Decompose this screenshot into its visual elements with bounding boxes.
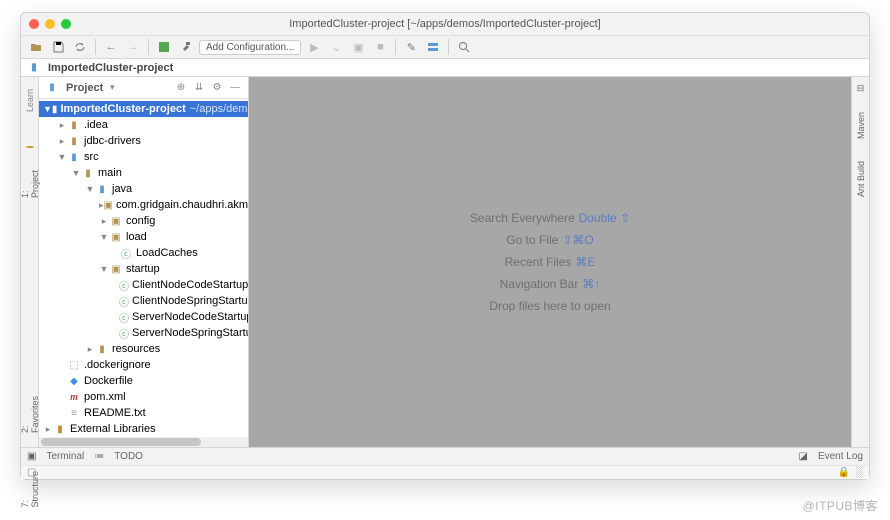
tree-external-libraries[interactable]: ▸▮External Libraries xyxy=(39,421,248,437)
add-configuration-button[interactable]: Add Configuration... xyxy=(199,40,301,55)
open-icon[interactable] xyxy=(27,38,45,56)
scrollbar-thumb[interactable] xyxy=(41,438,201,446)
tree-package-load[interactable]: ▼▣load xyxy=(39,229,248,245)
hide-icon[interactable]: — xyxy=(228,81,242,95)
hint-goto: Go to File⇧⌘O xyxy=(506,233,593,247)
project-tree[interactable]: ▼▮ ImportedCluster-project ~/apps/demos/… xyxy=(39,99,248,447)
run-icon: ▶ xyxy=(305,38,323,56)
folder-icon: ▮ xyxy=(27,62,41,74)
eventlog-icon[interactable]: ◪ xyxy=(799,451,808,462)
search-icon[interactable] xyxy=(455,38,473,56)
tree-package-config[interactable]: ▸▣config xyxy=(39,213,248,229)
tree-root[interactable]: ▼▮ ImportedCluster-project ~/apps/demos/… xyxy=(39,101,248,117)
indicator-icon[interactable]: ░ xyxy=(856,467,863,478)
ide-window: ImportedCluster-project [~/apps/demos/Im… xyxy=(20,12,870,480)
tree-folder-java[interactable]: ▼▮java xyxy=(39,181,248,197)
project-header-icon: ▮ xyxy=(45,82,59,94)
ant-tool[interactable]: Ant Build xyxy=(856,157,866,201)
toolbar-separator xyxy=(395,39,396,55)
tree-class-cls4[interactable]: ⓒServerNodeSpringStartup xyxy=(39,325,248,341)
event-log-tool[interactable]: Event Log xyxy=(818,451,863,462)
tree-package-model[interactable]: ▸▣com.gridgain.chaudhri.akmal.model xyxy=(39,197,248,213)
tree-file-dockerignore[interactable]: ⬚.dockerignore xyxy=(39,357,248,373)
stop-icon: ■ xyxy=(371,38,389,56)
watermark: @ITPUB博客 xyxy=(802,497,878,514)
tree-class-cls3[interactable]: ⓒServerNodeCodeStartup xyxy=(39,309,248,325)
favorites-tool[interactable]: 2: Favorites xyxy=(20,392,40,437)
todo-tool[interactable]: TODO xyxy=(114,451,143,462)
toolbar-separator xyxy=(95,39,96,55)
titlebar: ImportedCluster-project [~/apps/demos/Im… xyxy=(21,13,869,35)
close-button[interactable] xyxy=(29,19,39,29)
zoom-button[interactable] xyxy=(61,19,71,29)
traffic-lights xyxy=(29,19,71,29)
project-view-title[interactable]: Project xyxy=(66,82,103,94)
main-area: Learn 1: Project 2: Favorites 7: Structu… xyxy=(21,77,869,447)
tree-folder-resources[interactable]: ▸▮resources xyxy=(39,341,248,357)
breadcrumb-bar[interactable]: ▮ ImportedCluster-project xyxy=(21,59,869,77)
status-bar: ▣ Terminal ≔ TODO ◪ Event Log xyxy=(21,447,869,465)
editor-empty-state[interactable]: Search EverywhereDouble ⇧ Go to File⇧⌘O … xyxy=(249,77,851,447)
toolbar-separator xyxy=(148,39,149,55)
tree-file-dockerfile[interactable]: ◆Dockerfile xyxy=(39,373,248,389)
sync-icon[interactable] xyxy=(71,38,89,56)
coverage-icon: ▣ xyxy=(349,38,367,56)
horizontal-scrollbar[interactable] xyxy=(39,437,248,447)
project-structure-icon[interactable] xyxy=(424,38,442,56)
tree-folder-jdbc[interactable]: ▸▮jdbc-drivers xyxy=(39,133,248,149)
terminal-tool[interactable]: Terminal xyxy=(46,451,84,462)
breadcrumb-root: ImportedCluster-project xyxy=(48,62,173,74)
project-panel-header: ▮ Project ▾ ⊕ ⇊ ⚙ — xyxy=(39,77,248,99)
hint-drop: Drop files here to open xyxy=(489,299,610,313)
tree-class-cls1[interactable]: ⓒClientNodeCodeStartup xyxy=(39,277,248,293)
bulb-icon[interactable] xyxy=(26,146,34,148)
left-tool-gutter: Learn 1: Project 2: Favorites 7: Structu… xyxy=(21,77,39,447)
settings-icon[interactable]: ⚙ xyxy=(210,81,224,95)
forward-icon: → xyxy=(124,38,142,56)
tree-file-pom[interactable]: mpom.xml xyxy=(39,389,248,405)
tree-file-readme[interactable]: ≡README.txt xyxy=(39,405,248,421)
structure-tool[interactable]: 7: Structure xyxy=(20,467,40,512)
hint-search: Search EverywhereDouble ⇧ xyxy=(470,211,630,225)
tree-folder-idea[interactable]: ▸▮.idea xyxy=(39,117,248,133)
hammer-icon[interactable] xyxy=(177,38,195,56)
locate-icon[interactable]: ⊕ xyxy=(174,81,188,95)
tree-package-startup[interactable]: ▼▣startup xyxy=(39,261,248,277)
project-tool[interactable]: 1: Project xyxy=(20,166,40,202)
learn-tool[interactable]: Learn xyxy=(25,85,35,116)
back-icon[interactable]: ← xyxy=(102,38,120,56)
minimize-button[interactable] xyxy=(45,19,55,29)
tree-class-cls2[interactable]: ⓒClientNodeSpringStartup xyxy=(39,293,248,309)
hint-recent: Recent Files⌘E xyxy=(505,255,596,269)
hint-navbar: Navigation Bar⌘↑ xyxy=(500,277,601,291)
tree-folder-src[interactable]: ▼▮src xyxy=(39,149,248,165)
main-toolbar: ← → Add Configuration... ▶ ⌄ ▣ ■ ✎ xyxy=(21,35,869,59)
chevron-down-icon[interactable]: ▾ xyxy=(107,83,117,92)
build-icon[interactable] xyxy=(155,38,173,56)
debug-icon: ⌄ xyxy=(327,38,345,56)
footer-bar: ▢ 🔒 ░ xyxy=(21,465,869,479)
collapse-right-icon[interactable]: ⊟ xyxy=(857,83,865,94)
maven-tool[interactable]: Maven xyxy=(856,108,866,143)
collapse-icon[interactable]: ⇊ xyxy=(192,81,206,95)
toolbar-separator xyxy=(448,39,449,55)
lock-icon[interactable]: 🔒 xyxy=(837,467,849,478)
right-tool-gutter: ⊟ Maven Ant Build xyxy=(851,77,869,447)
terminal-icon[interactable]: ▣ xyxy=(27,451,36,462)
project-panel: ▮ Project ▾ ⊕ ⇊ ⚙ — ▼▮ ImportedCluster-p… xyxy=(39,77,249,447)
todo-icon[interactable]: ≔ xyxy=(94,451,104,462)
tree-class-loadcaches[interactable]: ⓒLoadCaches xyxy=(39,245,248,261)
wrench-icon[interactable]: ✎ xyxy=(402,38,420,56)
tree-folder-main[interactable]: ▼▮main xyxy=(39,165,248,181)
save-icon[interactable] xyxy=(49,38,67,56)
window-title: ImportedCluster-project [~/apps/demos/Im… xyxy=(289,18,601,30)
